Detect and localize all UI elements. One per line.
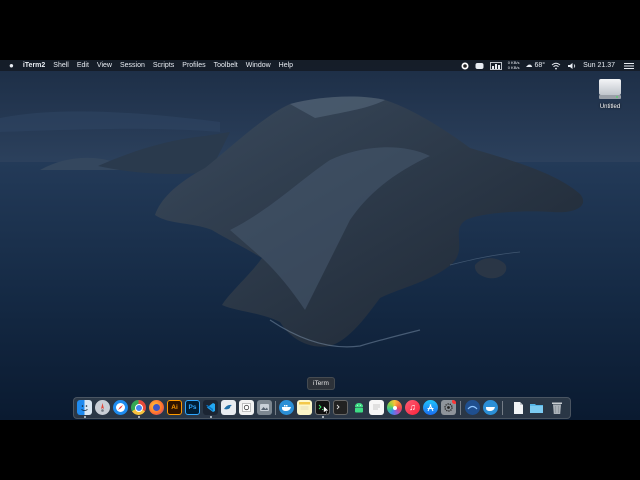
menu-session[interactable]: Session bbox=[116, 60, 149, 71]
dock-separator bbox=[502, 401, 503, 415]
dock-tooltip: iTerm bbox=[307, 377, 335, 390]
dock: Ai Ps ♫ bbox=[73, 397, 571, 419]
running-indicator bbox=[83, 416, 86, 418]
chrome-icon[interactable] bbox=[131, 400, 146, 415]
docker-icon[interactable] bbox=[483, 400, 498, 415]
textedit-icon[interactable] bbox=[369, 400, 384, 415]
network-stats[interactable]: 0 KB/s 0 KB/s bbox=[507, 60, 520, 70]
app-store-icon[interactable] bbox=[423, 400, 438, 415]
cpu-monitor-icon[interactable] bbox=[489, 61, 502, 70]
menu-bar: ● iTerm2 Shell Edit View Session Scripts… bbox=[0, 60, 640, 71]
download-icon[interactable] bbox=[465, 400, 480, 415]
mouse-cursor-icon bbox=[323, 405, 330, 415]
menu-profiles[interactable]: Profiles bbox=[178, 60, 209, 71]
folder-icon[interactable] bbox=[529, 400, 544, 415]
volume-icon[interactable] bbox=[567, 62, 577, 70]
menu-scripts[interactable]: Scripts bbox=[149, 60, 178, 71]
photoshop-icon[interactable]: Ps bbox=[185, 400, 200, 415]
desktop-drive[interactable]: Untitled bbox=[592, 76, 628, 110]
illustrator-icon[interactable]: Ai bbox=[167, 400, 182, 415]
dolphin-icon[interactable] bbox=[221, 400, 236, 415]
menu-view[interactable]: View bbox=[93, 60, 116, 71]
network-down-value: 0 KB/s bbox=[507, 64, 520, 70]
clock[interactable]: Sun 21.37 bbox=[583, 60, 615, 71]
menu-edit[interactable]: Edit bbox=[73, 60, 93, 71]
temperature-value[interactable]: 68° bbox=[534, 60, 545, 71]
safari-icon[interactable] bbox=[113, 400, 128, 415]
launchpad-icon[interactable] bbox=[95, 400, 110, 415]
document-icon[interactable] bbox=[511, 400, 526, 415]
finder-icon[interactable] bbox=[77, 400, 92, 415]
terminal-icon[interactable] bbox=[333, 400, 348, 415]
menu-app-name[interactable]: iTerm2 bbox=[19, 60, 49, 71]
apple-logo-icon[interactable]: ● bbox=[0, 60, 19, 71]
menu-shell[interactable]: Shell bbox=[49, 60, 73, 71]
trash-icon[interactable] bbox=[549, 400, 564, 415]
vscode-icon[interactable] bbox=[203, 400, 218, 415]
running-indicator bbox=[137, 416, 140, 418]
notes-icon[interactable] bbox=[297, 400, 312, 415]
android-icon[interactable] bbox=[351, 400, 366, 415]
desktop-screen: ● iTerm2 Shell Edit View Session Scripts… bbox=[0, 60, 640, 420]
running-indicator bbox=[321, 416, 324, 418]
gear-icon[interactable] bbox=[441, 400, 456, 415]
music-icon[interactable]: ♫ bbox=[405, 400, 420, 415]
wifi-icon[interactable] bbox=[551, 62, 561, 70]
menu-help[interactable]: Help bbox=[275, 60, 297, 71]
control-menu-icon[interactable] bbox=[624, 62, 634, 70]
menu-toolbelt[interactable]: Toolbelt bbox=[210, 60, 242, 71]
drive-label: Untitled bbox=[599, 104, 621, 110]
weather-icon[interactable]: ☁ bbox=[525, 60, 532, 71]
catalina-wallpaper bbox=[0, 60, 640, 420]
external-drive-icon bbox=[599, 79, 621, 99]
docker-whale-icon[interactable] bbox=[279, 400, 294, 415]
photoshop-label: Ps bbox=[188, 404, 197, 411]
firefox-icon[interactable] bbox=[149, 400, 164, 415]
dock-separator bbox=[460, 401, 461, 415]
record-icon[interactable] bbox=[461, 62, 469, 70]
dock-separator bbox=[275, 401, 276, 415]
image-app-icon[interactable] bbox=[257, 400, 272, 415]
notification-badge bbox=[452, 400, 456, 404]
running-indicator bbox=[209, 416, 212, 418]
illustrator-label: Ai bbox=[171, 404, 178, 411]
skype-icon[interactable] bbox=[475, 62, 484, 70]
menu-window[interactable]: Window bbox=[242, 60, 275, 71]
preview-icon[interactable] bbox=[239, 400, 254, 415]
photos-icon[interactable] bbox=[387, 400, 402, 415]
